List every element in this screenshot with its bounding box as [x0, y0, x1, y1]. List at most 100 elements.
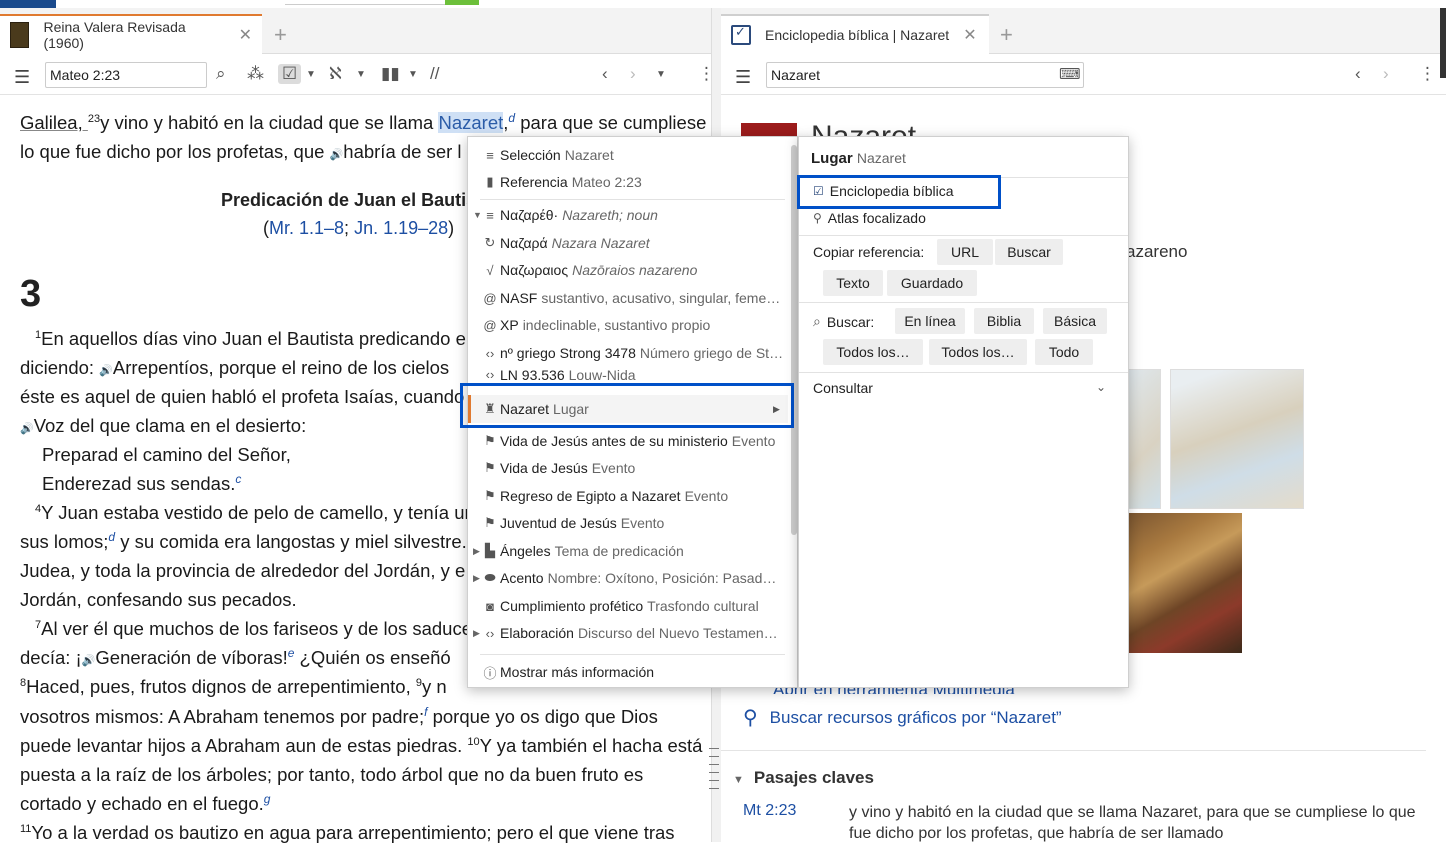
text-run[interactable]: Judea, y toda la provincia de alrededor …: [20, 560, 465, 581]
menu-item-discourse[interactable]: ▶‹›ElaboraciónDiscurso del Nuevo Testame…: [468, 620, 788, 646]
menu-item-morph[interactable]: @NASFsustantivo, acusativo, singular, fe…: [468, 285, 788, 311]
audio-icon[interactable]: 🔊: [330, 149, 344, 161]
keyboard-icon[interactable]: ⌨: [1059, 65, 1081, 83]
visual-filter-icon[interactable]: ☑: [278, 64, 301, 84]
text-run[interactable]: cortado y echado en el fuego.: [20, 793, 264, 814]
search-all-chip[interactable]: Todos los…: [823, 339, 923, 365]
search-bible-chip[interactable]: Biblia: [974, 308, 1034, 334]
audio-icon[interactable]: 🔊: [20, 423, 34, 435]
menu-icon[interactable]: ☰: [14, 67, 30, 88]
key-passage-ref[interactable]: Mt 2:23: [743, 802, 796, 820]
text-run[interactable]: Al ver él que muchos de los fariseos y d…: [41, 618, 482, 639]
history-dropdown-icon[interactable]: ▼: [656, 69, 666, 80]
copy-saved-chip[interactable]: Guardado: [887, 270, 977, 296]
search-everything-chip[interactable]: Todo: [1035, 339, 1093, 365]
text-run[interactable]: y su comida era langostas y miel silvest…: [115, 531, 472, 552]
text-run[interactable]: para que se cumpliese: [515, 112, 706, 133]
text-run[interactable]: porque yo os digo que Dios: [427, 706, 657, 727]
search-all-chip[interactable]: Todos los…: [929, 339, 1027, 365]
audio-icon[interactable]: 🔊: [82, 655, 96, 667]
text-run[interactable]: lo que fue dicho por los profetas, que: [20, 141, 330, 162]
more-info-item[interactable]: ⓘMostrar más información: [468, 659, 788, 685]
text-run[interactable]: Arrepentíos, porque el reino de los ciel…: [113, 357, 449, 378]
atlas-item[interactable]: ⚲Atlas focalizado: [813, 210, 926, 226]
copy-text-chip[interactable]: Texto: [823, 270, 883, 296]
consult-label[interactable]: Consultar: [813, 380, 873, 396]
menu-item-event[interactable]: ⚑Vida de Jesús antes de su ministerioEve…: [468, 428, 788, 454]
more-icon[interactable]: ⋮: [1419, 64, 1436, 84]
menu-item-referencia[interactable]: ▮ReferenciaMateo 2:23: [468, 169, 788, 195]
painting-thumbnail[interactable]: [1127, 513, 1242, 653]
text-run[interactable]: Enderezad sus sendas.: [42, 473, 235, 494]
text-run[interactable]: vosotros mismos: A Abraham tenemos por p…: [20, 706, 424, 727]
people-icon[interactable]: ⁂: [247, 64, 264, 84]
text-run[interactable]: Preparad el camino del Señor,: [42, 444, 291, 465]
copy-url-chip[interactable]: URL: [937, 239, 993, 265]
text-run[interactable]: diciendo:: [20, 357, 99, 378]
text-run[interactable]: Haced, pues, frutos dignos de arrepentim…: [26, 676, 416, 697]
text-run[interactable]: Jordán, confesando sus pecados.: [20, 589, 297, 610]
chevron-down-icon[interactable]: ▼: [408, 69, 418, 80]
menu-item-culture[interactable]: ◙Cumplimiento proféticoTrasfondo cultura…: [468, 593, 788, 619]
top-search-input[interactable]: [285, 0, 445, 5]
forward-icon[interactable]: ›: [1383, 64, 1389, 84]
text-run[interactable]: puesta a la raíz de los árboles; por tan…: [20, 764, 643, 785]
search-online-chip[interactable]: En línea: [895, 308, 965, 334]
menu-item-event[interactable]: ⚑Juventud de JesúsEvento: [468, 510, 788, 536]
audio-icon[interactable]: 🔊: [99, 365, 113, 377]
text-run[interactable]: Yo a la verdad os bautizo en agua para a…: [31, 822, 674, 843]
chevron-down-icon[interactable]: ▼: [356, 69, 366, 80]
text-run[interactable]: ¿Quién os enseñó: [294, 647, 450, 668]
menu-item-accent[interactable]: ▶⬬AcentoNombre: Oxítono, Posición: Pasad…: [468, 565, 788, 591]
menu-icon[interactable]: ☰: [735, 67, 751, 88]
search-images-link[interactable]: ⚲ Buscar recursos gráficos por “Nazaret”: [743, 705, 1062, 730]
menu-item-topic[interactable]: ▶▙ÁngelesTema de predicación: [468, 538, 788, 564]
footnote-marker[interactable]: g: [264, 792, 271, 806]
text-run[interactable]: éste es aquel de quien habló el profeta …: [20, 386, 480, 407]
search-icon[interactable]: ⌕: [216, 64, 226, 84]
text-run[interactable]: Galilea,: [20, 112, 88, 133]
selected-word[interactable]: Nazaret: [438, 112, 503, 133]
search-basic-chip[interactable]: Básica: [1043, 308, 1107, 334]
menu-item-lemma[interactable]: ▼≡Ναζαρέθ·Nazareth; noun: [468, 202, 788, 228]
tab-reina-valera[interactable]: Reina Valera Revisada (1960) ✕: [0, 14, 262, 54]
menu-item-nazara[interactable]: ↻ΝαζαράNazara Nazaret: [468, 230, 788, 256]
parallel-link[interactable]: Jn. 1.19–28: [354, 218, 448, 238]
interlinear-icon[interactable]: ℵ: [329, 64, 342, 84]
key-passages-heading[interactable]: ▼Pasajes claves: [733, 768, 874, 788]
text-run[interactable]: puede levantar hijos a Abraham aun de es…: [20, 735, 467, 756]
columns-icon[interactable]: ▮▮: [381, 64, 400, 84]
scroll-grip-icon[interactable]: [709, 743, 719, 823]
menu-item-seleccion[interactable]: ≡SelecciónNazaret: [468, 142, 788, 168]
text-run[interactable]: y n: [422, 676, 447, 697]
parallel-icon[interactable]: //: [430, 64, 439, 84]
close-tab-icon[interactable]: ✕: [239, 25, 252, 45]
go-button[interactable]: [445, 0, 479, 5]
menu-item-morph[interactable]: @XPindeclinable, sustantivo propio: [468, 312, 788, 338]
text-run[interactable]: habría de ser l: [343, 141, 461, 162]
menu-item-strong[interactable]: ‹›nº griego Strong 3478Número griego de …: [468, 340, 788, 366]
footnote-marker[interactable]: c: [235, 472, 241, 486]
parallel-link[interactable]: Mr. 1.1–8: [269, 218, 344, 238]
text-run[interactable]: En aquellos días vino Juan el Bautista p…: [41, 328, 466, 349]
map-thumbnail[interactable]: [1170, 369, 1304, 509]
text-run[interactable]: Y ya también el hacha está: [480, 735, 703, 756]
text-run[interactable]: Voz del que clama en el desierto:: [34, 415, 307, 436]
tab-enciclopedia[interactable]: Enciclopedia bíblica | Nazaret ✕: [721, 14, 989, 54]
text-run[interactable]: decía: ¡: [20, 647, 82, 668]
article-search-input[interactable]: Nazaret: [766, 62, 1084, 88]
copy-search-chip[interactable]: Buscar: [995, 239, 1063, 265]
chevron-down-icon[interactable]: ▼: [306, 69, 316, 80]
reference-input[interactable]: Mateo 2:23: [45, 62, 207, 88]
back-icon[interactable]: ‹: [1355, 64, 1361, 84]
add-tab-icon[interactable]: +: [1000, 22, 1013, 48]
text-run[interactable]: sus lomos;: [20, 531, 108, 552]
app-logo[interactable]: [0, 0, 56, 8]
menu-item-root[interactable]: √ΝαζωραιοςNazōraios nazareno: [468, 257, 788, 283]
text-run[interactable]: Generación de víboras!: [95, 647, 287, 668]
chevron-down-icon[interactable]: ⌄: [1096, 380, 1106, 394]
back-icon[interactable]: ‹: [602, 64, 608, 84]
text-run[interactable]: y vino y habitó en la ciudad que se llam…: [100, 112, 438, 133]
add-tab-icon[interactable]: +: [274, 22, 287, 48]
forward-icon[interactable]: ›: [630, 64, 636, 84]
